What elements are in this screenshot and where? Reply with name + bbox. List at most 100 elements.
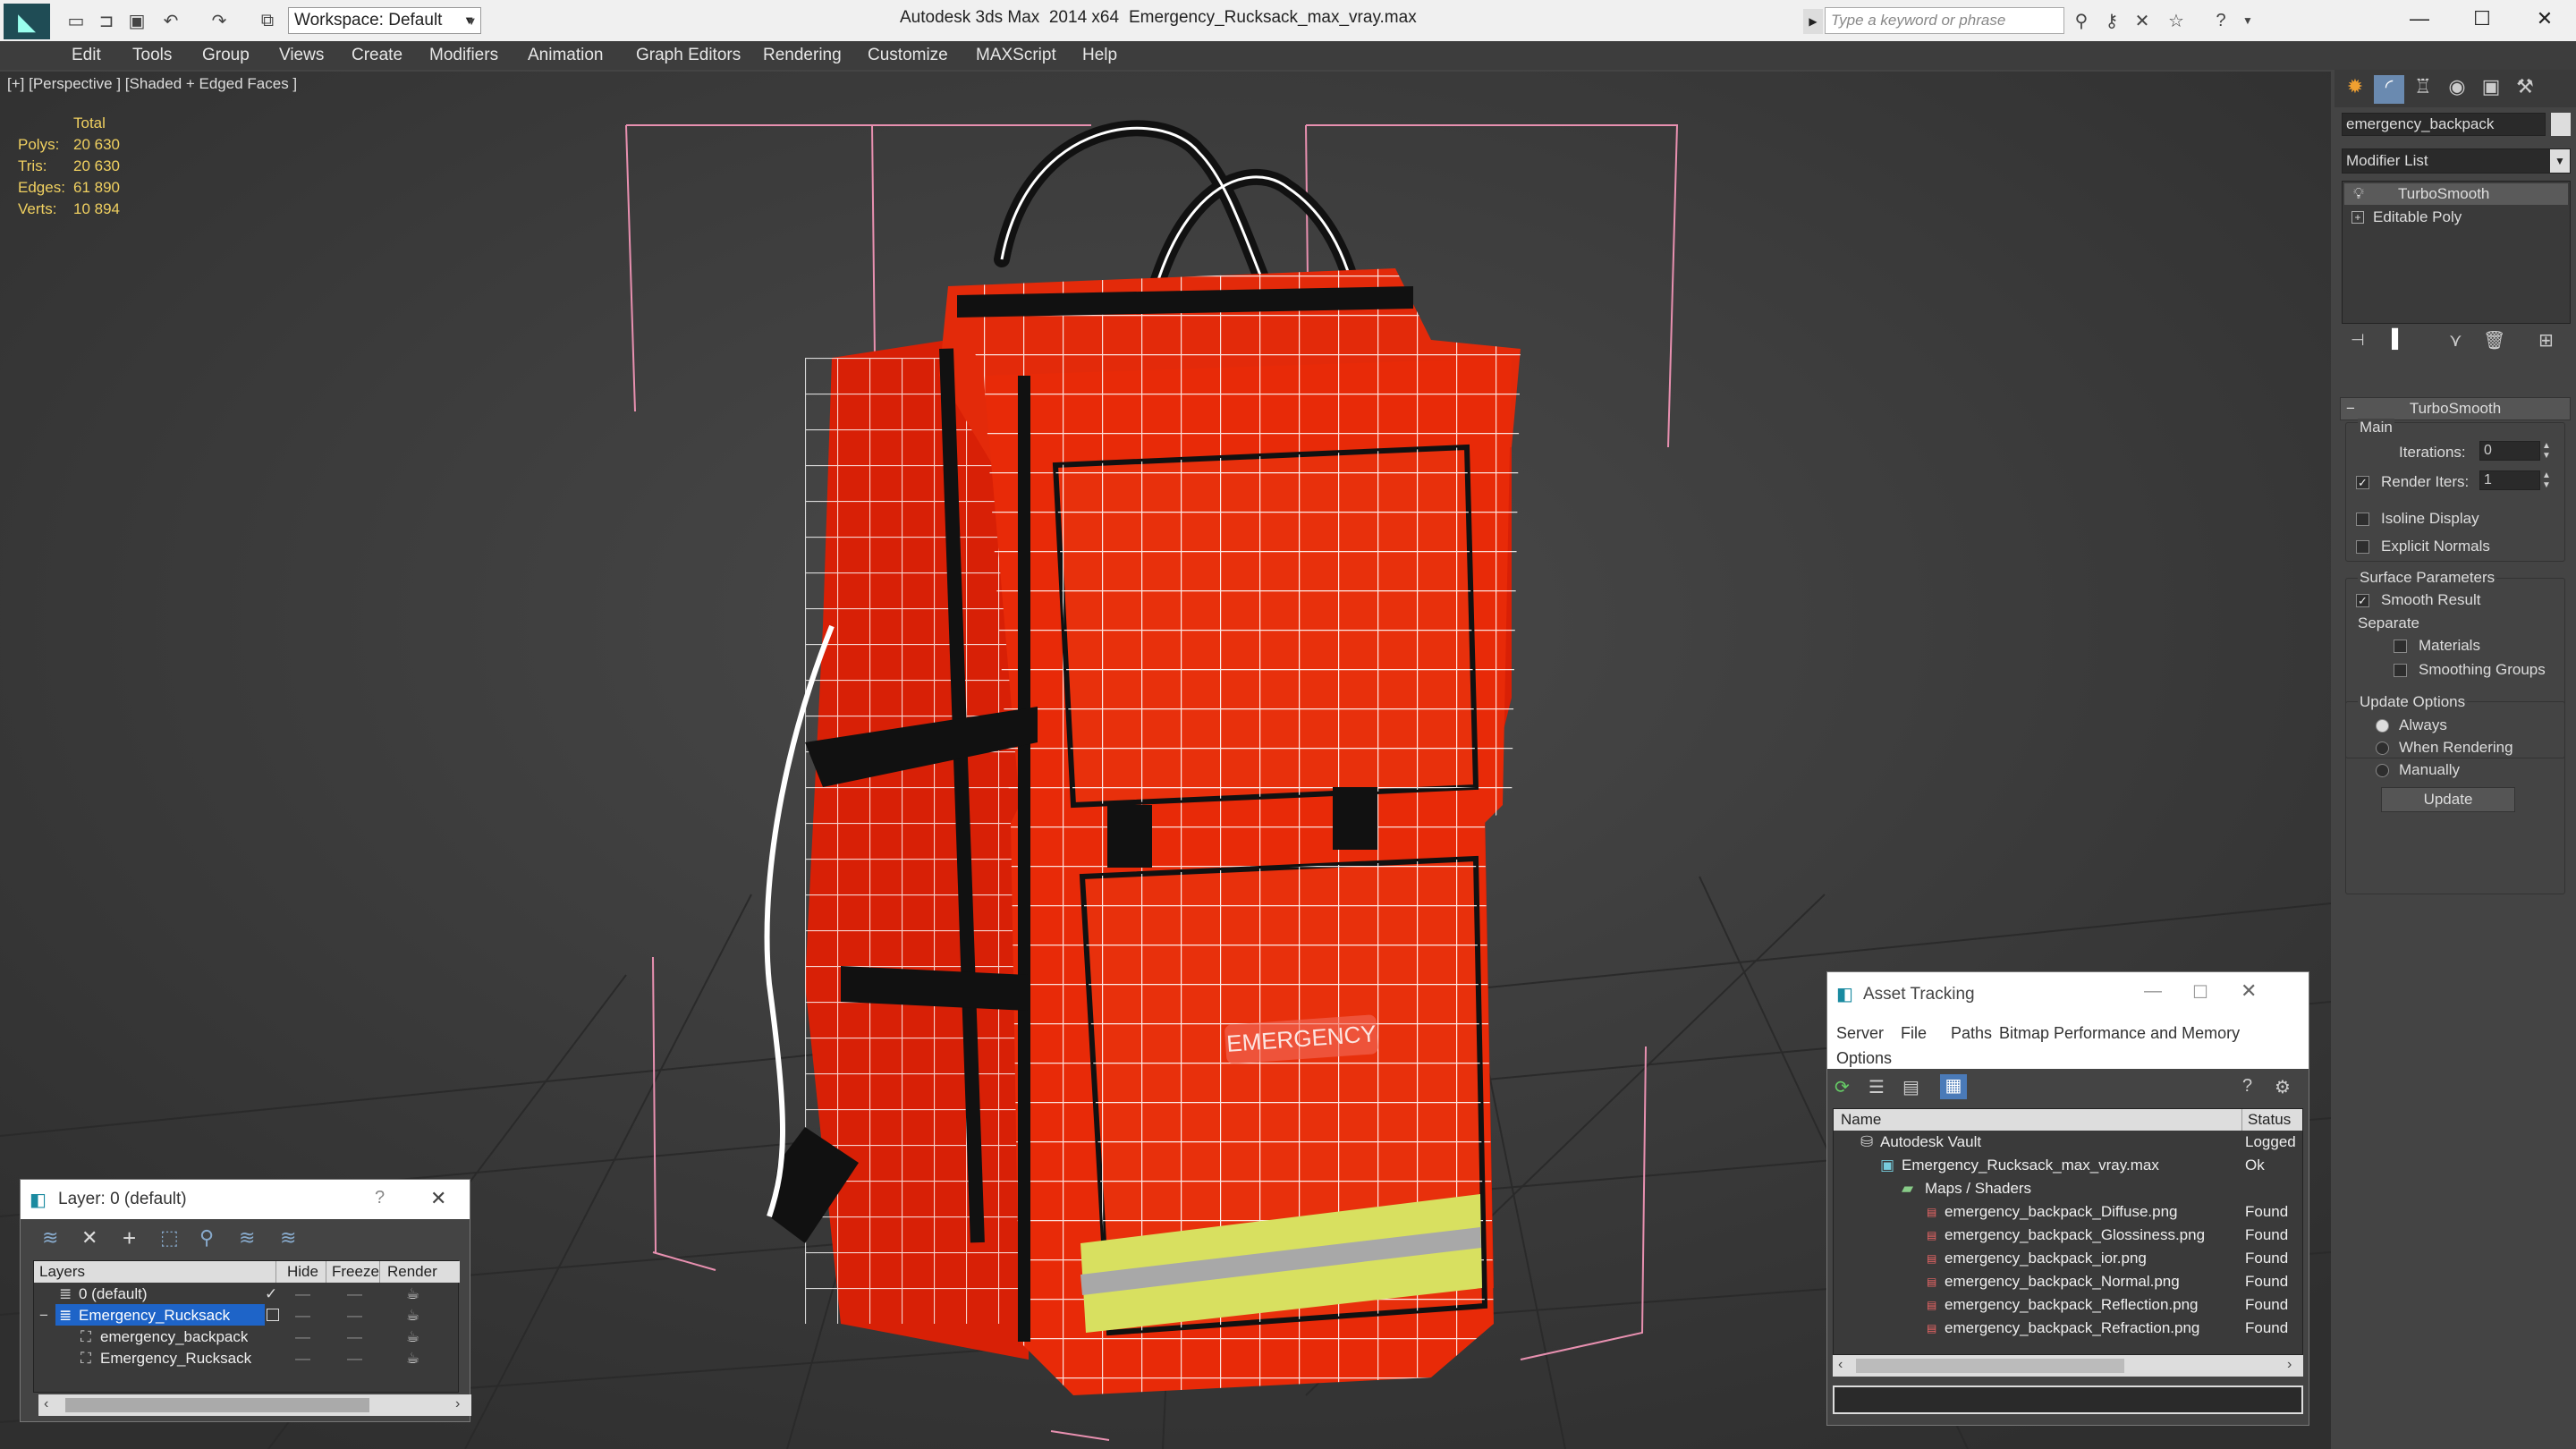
stack-item-turbosmooth[interactable]: 💡︎ TurboSmooth [2344,183,2568,205]
hide-toggle[interactable]: — [295,1304,310,1327]
display-tab-icon[interactable]: ▣ [2476,75,2506,104]
menu-animation[interactable]: Animation [528,41,604,70]
when-rendering-radio[interactable] [2376,741,2389,755]
pin-stack-icon[interactable]: ⊣ [2351,331,2365,350]
menu-bitmap-performance[interactable]: Bitmap Performance and Memory [1999,1024,2240,1043]
project-folder-icon[interactable]: ⧉ [254,7,281,34]
help-icon[interactable]: ? [2242,1076,2252,1097]
menu-graph-editors[interactable]: Graph Editors [636,41,741,70]
help-dropdown-icon[interactable]: ▼ [2234,7,2261,34]
materials-checkbox[interactable] [2394,640,2407,653]
remove-modifier-icon[interactable]: 🗑︎ [2483,329,2505,352]
hide-all-icon[interactable]: ≋ [239,1226,255,1250]
create-tab-sun-icon[interactable]: ✹ [2340,75,2370,104]
asset-row[interactable]: ▤ emergency_backpack_Glossiness.png Foun… [1834,1224,2302,1247]
explicit-normals-checkbox[interactable] [2356,540,2369,554]
hide-toggle[interactable]: — [295,1283,310,1306]
scroll-left-icon[interactable]: ‹ [1838,1357,1843,1373]
column-header[interactable]: Render [379,1261,437,1283]
menu-rendering[interactable]: Rendering [763,41,842,70]
refresh-icon[interactable]: ⟳ [1835,1076,1850,1098]
help-button[interactable]: ? [375,1188,385,1208]
hide-toggle[interactable]: — [295,1326,310,1349]
list-view-icon[interactable]: ☰ [1868,1076,1885,1098]
app-logo-button[interactable]: ◣ [4,4,50,39]
select-objects-icon[interactable]: ⬚ [160,1226,179,1250]
column-header[interactable]: Name [1841,1109,1881,1131]
highlight-layer-icon[interactable]: ⚲ [199,1226,214,1250]
smooth-result-checkbox[interactable]: ✓ [2356,594,2369,607]
minimize-icon[interactable]: — [2144,981,2162,1002]
render-teapot-icon[interactable]: ☕︎ [406,1326,419,1349]
object-name-field[interactable]: emergency_backpack [2342,113,2546,136]
spinner-arrows-icon[interactable]: ▲ ▼ [2542,441,2551,461]
render-iters-spinner[interactable]: 1 [2479,470,2540,490]
layer-horizontal-scrollbar[interactable]: ‹ › [38,1394,471,1416]
asset-path-field[interactable] [1833,1385,2303,1414]
manually-radio[interactable] [2376,764,2389,777]
asset-row[interactable]: ▤ emergency_backpack_Reflection.png Foun… [1834,1293,2302,1317]
delete-layer-icon[interactable]: ✕ [81,1226,97,1250]
maximize-icon[interactable]: ☐ [2192,981,2208,1004]
utilities-tab-icon[interactable]: ⚒ [2510,75,2540,104]
smoothing-groups-checkbox[interactable] [2394,664,2407,677]
infocenter-expand-icon[interactable]: ▶ [1803,9,1823,34]
hide-toggle[interactable]: — [295,1347,310,1370]
menu-maxscript[interactable]: MAXScript [976,41,1056,70]
menu-options[interactable]: Options [1836,1049,1892,1068]
freeze-all-icon[interactable]: ≋ [280,1226,296,1250]
redo-icon[interactable]: ↷ [206,7,233,34]
binoculars-icon[interactable]: ⚲ [2068,7,2095,34]
menu-file[interactable]: File [1901,1024,1927,1043]
menu-customize[interactable]: Customize [868,41,948,70]
asset-row[interactable]: ⛁ Autodesk Vault Logged [1834,1131,2302,1154]
asset-row[interactable]: ▰ Maps / Shaders [1834,1177,2302,1200]
show-end-result-icon[interactable]: ▌ [2392,329,2404,350]
column-header[interactable]: Hide [275,1261,318,1283]
scroll-left-icon[interactable]: ‹ [44,1396,48,1412]
turbosmooth-rollout-header[interactable]: − TurboSmooth [2340,397,2571,420]
isoline-display-checkbox[interactable] [2356,513,2369,526]
update-button[interactable]: Update [2381,787,2515,812]
modifier-list-dropdown[interactable]: Modifier List ▼ [2342,148,2571,174]
toolbar-overflow-icon[interactable]: ▼ [458,7,485,34]
close-icon[interactable]: ✕ [430,1187,446,1210]
current-layer-box[interactable] [267,1309,279,1321]
column-header[interactable]: Status [2241,1109,2291,1131]
configure-sets-icon[interactable]: ⊞ [2538,329,2554,352]
asset-row[interactable]: ▤ emergency_backpack_Refraction.png Foun… [1834,1317,2302,1340]
scroll-thumb[interactable] [65,1398,369,1412]
open-file-icon[interactable]: ⊐ [93,7,120,34]
iterations-spinner[interactable]: 0 [2479,441,2540,461]
menu-create[interactable]: Create [352,41,402,70]
search-input[interactable]: Type a keyword or phrase [1825,7,2064,34]
freeze-toggle[interactable]: — [347,1326,362,1349]
menu-server[interactable]: Server [1836,1024,1884,1043]
add-to-layer-icon[interactable]: + [123,1224,136,1252]
menu-views[interactable]: Views [279,41,324,70]
render-iters-checkbox[interactable]: ✓ [2356,476,2369,489]
freeze-toggle[interactable]: — [347,1283,362,1306]
menu-help[interactable]: Help [1082,41,1117,70]
layer-row-selected[interactable]: − ≣ Emergency_Rucksack — — ☕︎ [34,1304,458,1326]
asset-horizontal-scrollbar[interactable]: ‹ › [1833,1355,2303,1377]
close-button[interactable]: ✕ [2504,0,2576,38]
asset-row[interactable]: ▤ emergency_backpack_Normal.png Found [1834,1270,2302,1293]
settings-icon[interactable]: ⚙ [2275,1076,2291,1098]
save-file-icon[interactable]: ▣ [123,7,150,34]
render-teapot-icon[interactable]: ☕︎ [406,1304,419,1327]
asset-tracking-titlebar[interactable]: ◧ Asset Tracking — ☐ ✕ [1827,972,2309,1017]
menu-modifiers[interactable]: Modifiers [429,41,498,70]
table-view-icon[interactable]: ▦ [1940,1074,1967,1099]
object-row[interactable]: ⛶ emergency_backpack — — ☕︎ [34,1326,458,1347]
menu-group[interactable]: Group [202,41,250,70]
help-icon[interactable]: ? [2207,7,2234,34]
stack-item-editable-poly[interactable]: + Editable Poly [2344,207,2568,228]
collapse-minus-icon[interactable]: − [39,1304,48,1327]
column-header[interactable]: Freeze [326,1261,379,1283]
new-file-icon[interactable]: ▭ [63,7,89,34]
layer-dialog-titlebar[interactable]: ◧ Layer: 0 (default) ? ✕ [21,1180,470,1219]
asset-row[interactable]: ▤ emergency_backpack_Diffuse.png Found [1834,1200,2302,1224]
close-icon[interactable]: ✕ [2241,979,2257,1003]
menu-paths[interactable]: Paths [1951,1024,1992,1043]
